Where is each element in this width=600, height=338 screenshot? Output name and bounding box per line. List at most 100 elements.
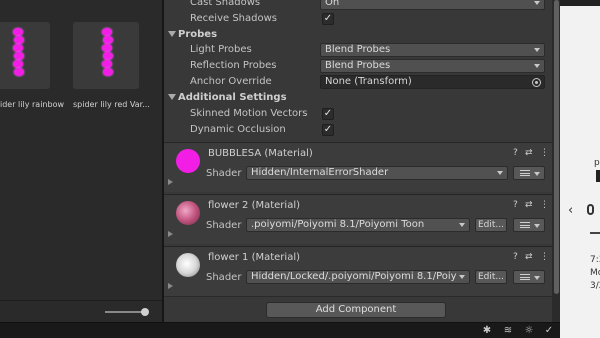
preset-icon[interactable]: ⇄ [525, 148, 533, 158]
light-probes-row: Light Probes Blend Probes [164, 42, 552, 58]
inspector-scrollbar-thumb[interactable] [554, 0, 559, 294]
anchor-override-label: Anchor Override [190, 76, 272, 87]
additional-settings-label: Additional Settings [178, 92, 287, 103]
reflection-probes-value: Blend Probes [325, 60, 391, 71]
shader-dropdown[interactable]: Hidden/InternalErrorShader [246, 166, 508, 180]
cast-shadows-value: On [325, 0, 340, 8]
asset-label: ider lily rainbow [0, 100, 64, 109]
list-icon [520, 170, 530, 176]
chevron-left-icon[interactable]: ‹ [568, 203, 573, 218]
help-icon[interactable]: ? [513, 252, 518, 262]
add-component-button[interactable]: Add Component [266, 302, 446, 318]
chevron-down-icon [459, 223, 465, 227]
shader-label: Shader [206, 168, 242, 179]
chevron-down-icon [534, 276, 540, 280]
shader-value: Hidden/Locked/.poiyomi/Poiyomi 8.1/Poiyo… [251, 271, 457, 282]
status-bar: ✱ ≋ ☼ ✓ [0, 322, 560, 338]
foldout-open-icon [168, 31, 176, 37]
microphone-icon[interactable] [587, 204, 594, 215]
anchor-override-row: Anchor Override None (Transform) [164, 74, 552, 90]
anchor-override-value: None (Transform) [325, 76, 412, 87]
material-preview-icon [176, 149, 200, 173]
additional-settings-header[interactable]: Additional Settings [164, 90, 552, 106]
side-app-fragment: p ‹ 7:3 Mo 3/2 [560, 0, 600, 338]
edit-shader-button[interactable]: Edit... [475, 270, 507, 284]
layers-icon[interactable]: ≋ [502, 325, 514, 337]
side-app-divider [590, 232, 600, 234]
dynamic-occlusion-checkbox[interactable]: ✓ [322, 124, 334, 136]
preset-icon[interactable]: ⇄ [525, 252, 533, 262]
chevron-down-icon [534, 1, 540, 5]
asset-thumbnail-red[interactable] [73, 22, 139, 89]
reflection-probes-label: Reflection Probes [190, 60, 277, 71]
light-probes-label: Light Probes [190, 44, 252, 55]
skinned-motion-checkbox[interactable]: ✓ [322, 108, 334, 120]
thumbnail-size-slider-knob[interactable] [141, 308, 149, 316]
material-options-button[interactable] [513, 270, 545, 284]
probes-header-label: Probes [178, 29, 218, 40]
chevron-down-icon [497, 171, 503, 175]
foldout-closed-icon[interactable] [168, 231, 173, 237]
clock-time: 7:3 [590, 255, 600, 265]
material-options-button[interactable] [513, 166, 545, 180]
shader-value: Hidden/InternalErrorShader [251, 167, 389, 178]
light-probes-dropdown[interactable]: Blend Probes [320, 43, 545, 57]
material-preview-icon [176, 201, 200, 225]
edit-shader-button[interactable]: Edit... [475, 218, 507, 232]
material-block-bubblesa: BUBBLESA (Material) ? ⇄ ⋮ Shader Hidden/… [164, 142, 552, 192]
side-app-divider [596, 170, 600, 182]
more-menu-icon[interactable]: ⋮ [540, 200, 549, 210]
foldout-closed-icon[interactable] [168, 283, 173, 289]
foldout-closed-icon[interactable] [168, 179, 173, 185]
cast-shadows-dropdown[interactable]: On [320, 0, 545, 10]
asset-thumbnail-rainbow[interactable] [0, 22, 50, 89]
light-probes-value: Blend Probes [325, 44, 391, 55]
object-picker-icon[interactable] [532, 78, 541, 87]
clock-day: Mo [590, 268, 600, 278]
check-circle-icon[interactable]: ✓ [543, 325, 555, 337]
anchor-override-field[interactable]: None (Transform) [320, 75, 545, 89]
material-name: flower 1 (Material) [208, 252, 301, 263]
more-menu-icon[interactable]: ⋮ [540, 148, 549, 158]
list-icon [520, 222, 530, 228]
side-app-topbar [560, 0, 600, 6]
skinned-motion-label: Skinned Motion Vectors [190, 108, 308, 119]
cast-shadows-row: Cast Shadows On [164, 0, 552, 11]
chevron-down-icon [459, 275, 465, 279]
chevron-down-icon [534, 48, 540, 52]
reflection-probes-dropdown[interactable]: Blend Probes [320, 59, 545, 73]
material-options-button[interactable] [513, 218, 545, 232]
probes-section-header[interactable]: Probes [164, 27, 552, 43]
help-icon[interactable]: ? [513, 148, 518, 158]
chevron-down-icon [534, 172, 540, 176]
list-icon [520, 274, 530, 280]
shader-label: Shader [206, 272, 242, 283]
material-name: BUBBLESA (Material) [208, 148, 313, 159]
spider-lily-image [13, 26, 24, 82]
more-menu-icon[interactable]: ⋮ [540, 252, 549, 262]
thumbnail-size-slider[interactable] [105, 311, 145, 313]
project-panel: ider lily rainbow spider lily red Var... [0, 0, 162, 322]
side-app-edge-text: p [594, 158, 600, 168]
receive-shadows-row: Receive Shadows ✓ [164, 11, 552, 27]
receive-shadows-checkbox[interactable]: ✓ [322, 13, 334, 25]
material-header-icons: ? ⇄ ⋮ [513, 200, 549, 212]
shader-value: .poiyomi/Poiyomi 8.1/Poiyomi Toon [251, 219, 425, 230]
debug-icon[interactable]: ☼ [523, 325, 535, 337]
material-preview-icon [176, 253, 200, 277]
preset-icon[interactable]: ⇄ [525, 200, 533, 210]
shader-dropdown[interactable]: Hidden/Locked/.poiyomi/Poiyomi 8.1/Poiyo… [246, 270, 470, 284]
material-header-icons: ? ⇄ ⋮ [513, 148, 549, 160]
shader-dropdown[interactable]: .poiyomi/Poiyomi 8.1/Poiyomi Toon [246, 218, 470, 232]
material-header-icons: ? ⇄ ⋮ [513, 252, 549, 264]
dynamic-occlusion-label: Dynamic Occlusion [190, 124, 286, 135]
asset-label: spider lily red Var... [73, 100, 150, 109]
skinned-motion-row: Skinned Motion Vectors ✓ [164, 106, 552, 122]
reflection-probes-row: Reflection Probes Blend Probes [164, 58, 552, 74]
dynamic-occlusion-row: Dynamic Occlusion ✓ [164, 122, 552, 138]
cast-shadows-label: Cast Shadows [190, 0, 261, 8]
bug-icon[interactable]: ✱ [481, 325, 493, 337]
help-icon[interactable]: ? [513, 200, 518, 210]
material-name: flower 2 (Material) [208, 200, 301, 211]
chevron-down-icon [534, 64, 540, 68]
